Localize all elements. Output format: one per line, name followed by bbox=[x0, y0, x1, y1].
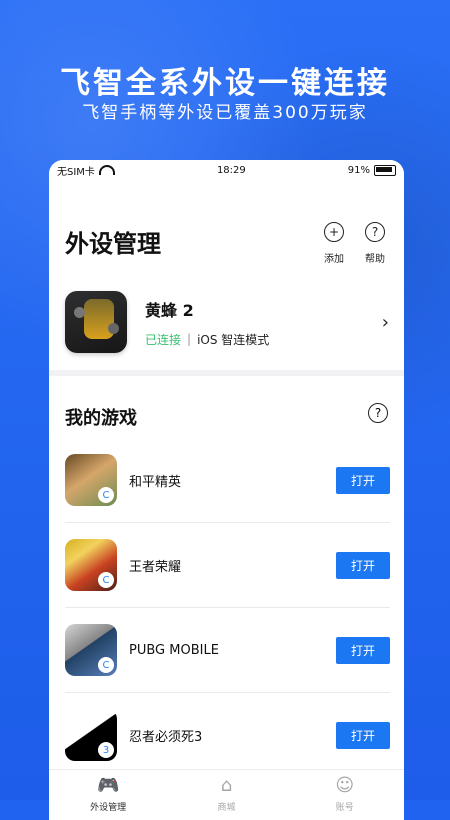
device-name: 黄蜂 2 bbox=[145, 300, 194, 320]
carrier-text: 无SIM卡 bbox=[57, 166, 95, 178]
add-device-button[interactable]: + 添加 bbox=[320, 222, 348, 265]
gamepad-icon: 🎮 bbox=[96, 775, 120, 796]
page-title: 外设管理 bbox=[65, 230, 161, 258]
game-name: 王者荣耀 bbox=[129, 559, 182, 575]
game-list: C 和平精英 打开 C 王者荣耀 打开 C PUBG MOBILE 打开 3 忍… bbox=[65, 438, 390, 777]
wifi-icon bbox=[98, 165, 115, 175]
battery-icon bbox=[374, 164, 396, 176]
tab-label: 外设管理 bbox=[90, 803, 127, 813]
game-icon-peacekeeper-elite: C bbox=[65, 454, 117, 506]
game-icon-ninja-must-die-3: 3 bbox=[65, 709, 117, 761]
open-game-button[interactable]: 打开 bbox=[336, 466, 390, 494]
plus-icon: + bbox=[324, 222, 344, 242]
tab-account[interactable]: ☺ 账号 bbox=[305, 775, 385, 814]
help-button[interactable]: ? 帮助 bbox=[361, 222, 389, 265]
connection-mode: iOS 智连模式 bbox=[197, 332, 270, 347]
bottom-tab-bar: 🎮 外设管理 ⌂ 商城 ☺ 账号 bbox=[49, 769, 404, 820]
tab-store[interactable]: ⌂ 商城 bbox=[186, 775, 266, 814]
home-icon: ⌂ bbox=[220, 775, 233, 796]
games-help-icon[interactable]: ? bbox=[368, 403, 388, 423]
open-game-button[interactable]: 打开 bbox=[336, 721, 390, 749]
account-icon: ☺ bbox=[335, 775, 355, 796]
connection-status: 已连接 bbox=[145, 332, 182, 347]
list-item: C 王者荣耀 打开 bbox=[65, 523, 390, 608]
tencent-badge-icon: C bbox=[98, 572, 114, 588]
tab-label: 账号 bbox=[335, 803, 354, 813]
device-meta: 已连接 | iOS 智连模式 bbox=[145, 331, 382, 348]
help-label: 帮助 bbox=[365, 254, 385, 265]
gamepad-image bbox=[65, 291, 127, 353]
meta-separator: | bbox=[187, 332, 192, 346]
status-time: 18:29 bbox=[216, 164, 246, 176]
list-item: 3 忍者必须死3 打开 bbox=[65, 693, 390, 777]
battery-text: 91% bbox=[347, 164, 370, 176]
games-section-title: 我的游戏 bbox=[65, 408, 137, 429]
game-icon-pubg-mobile: C bbox=[65, 624, 117, 676]
add-device-label: 添加 bbox=[324, 254, 344, 265]
device-management-card: 外设管理 + 添加 ? 帮助 黄蜂 2 已连接 | iOS 智连模式 › bbox=[49, 180, 404, 376]
status-right: 91% bbox=[347, 164, 396, 176]
game-version-badge: 3 bbox=[98, 742, 114, 758]
list-item: C PUBG MOBILE 打开 bbox=[65, 608, 390, 693]
tab-label: 商城 bbox=[217, 803, 236, 813]
tencent-badge-icon: C bbox=[98, 657, 114, 673]
open-game-button[interactable]: 打开 bbox=[336, 551, 390, 579]
game-name: 和平精英 bbox=[129, 474, 182, 490]
header-actions: + 添加 ? 帮助 bbox=[320, 222, 389, 265]
game-icon-honor-of-kings: C bbox=[65, 539, 117, 591]
device-info: 黄蜂 2 已连接 | iOS 智连模式 bbox=[145, 297, 382, 348]
chevron-right-icon: › bbox=[381, 311, 389, 333]
list-item: C 和平精英 打开 bbox=[65, 438, 390, 523]
status-left: 无SIM卡 bbox=[57, 163, 115, 178]
status-bar: 无SIM卡 18:29 91% bbox=[49, 160, 404, 180]
open-game-button[interactable]: 打开 bbox=[336, 636, 390, 664]
game-name: 忍者必须死3 bbox=[129, 729, 203, 745]
hero-title: 飞智全系外设一键连接 bbox=[60, 66, 390, 101]
games-card: 我的游戏 ? C 和平精英 打开 C 王者荣耀 打开 C PUBG MOBILE… bbox=[49, 376, 404, 772]
hero-subtitle: 飞智手柄等外设已覆盖300万玩家 bbox=[82, 103, 368, 123]
tencent-badge-icon: C bbox=[98, 487, 114, 503]
help-icon: ? bbox=[365, 222, 385, 242]
phone-screen: 无SIM卡 18:29 91% 外设管理 + 添加 ? 帮助 黄蜂 2 已连接 … bbox=[49, 160, 404, 820]
game-name: PUBG MOBILE bbox=[129, 642, 219, 658]
tab-device-management[interactable]: 🎮 外设管理 bbox=[68, 775, 148, 814]
device-row[interactable]: 黄蜂 2 已连接 | iOS 智连模式 › bbox=[65, 288, 389, 356]
